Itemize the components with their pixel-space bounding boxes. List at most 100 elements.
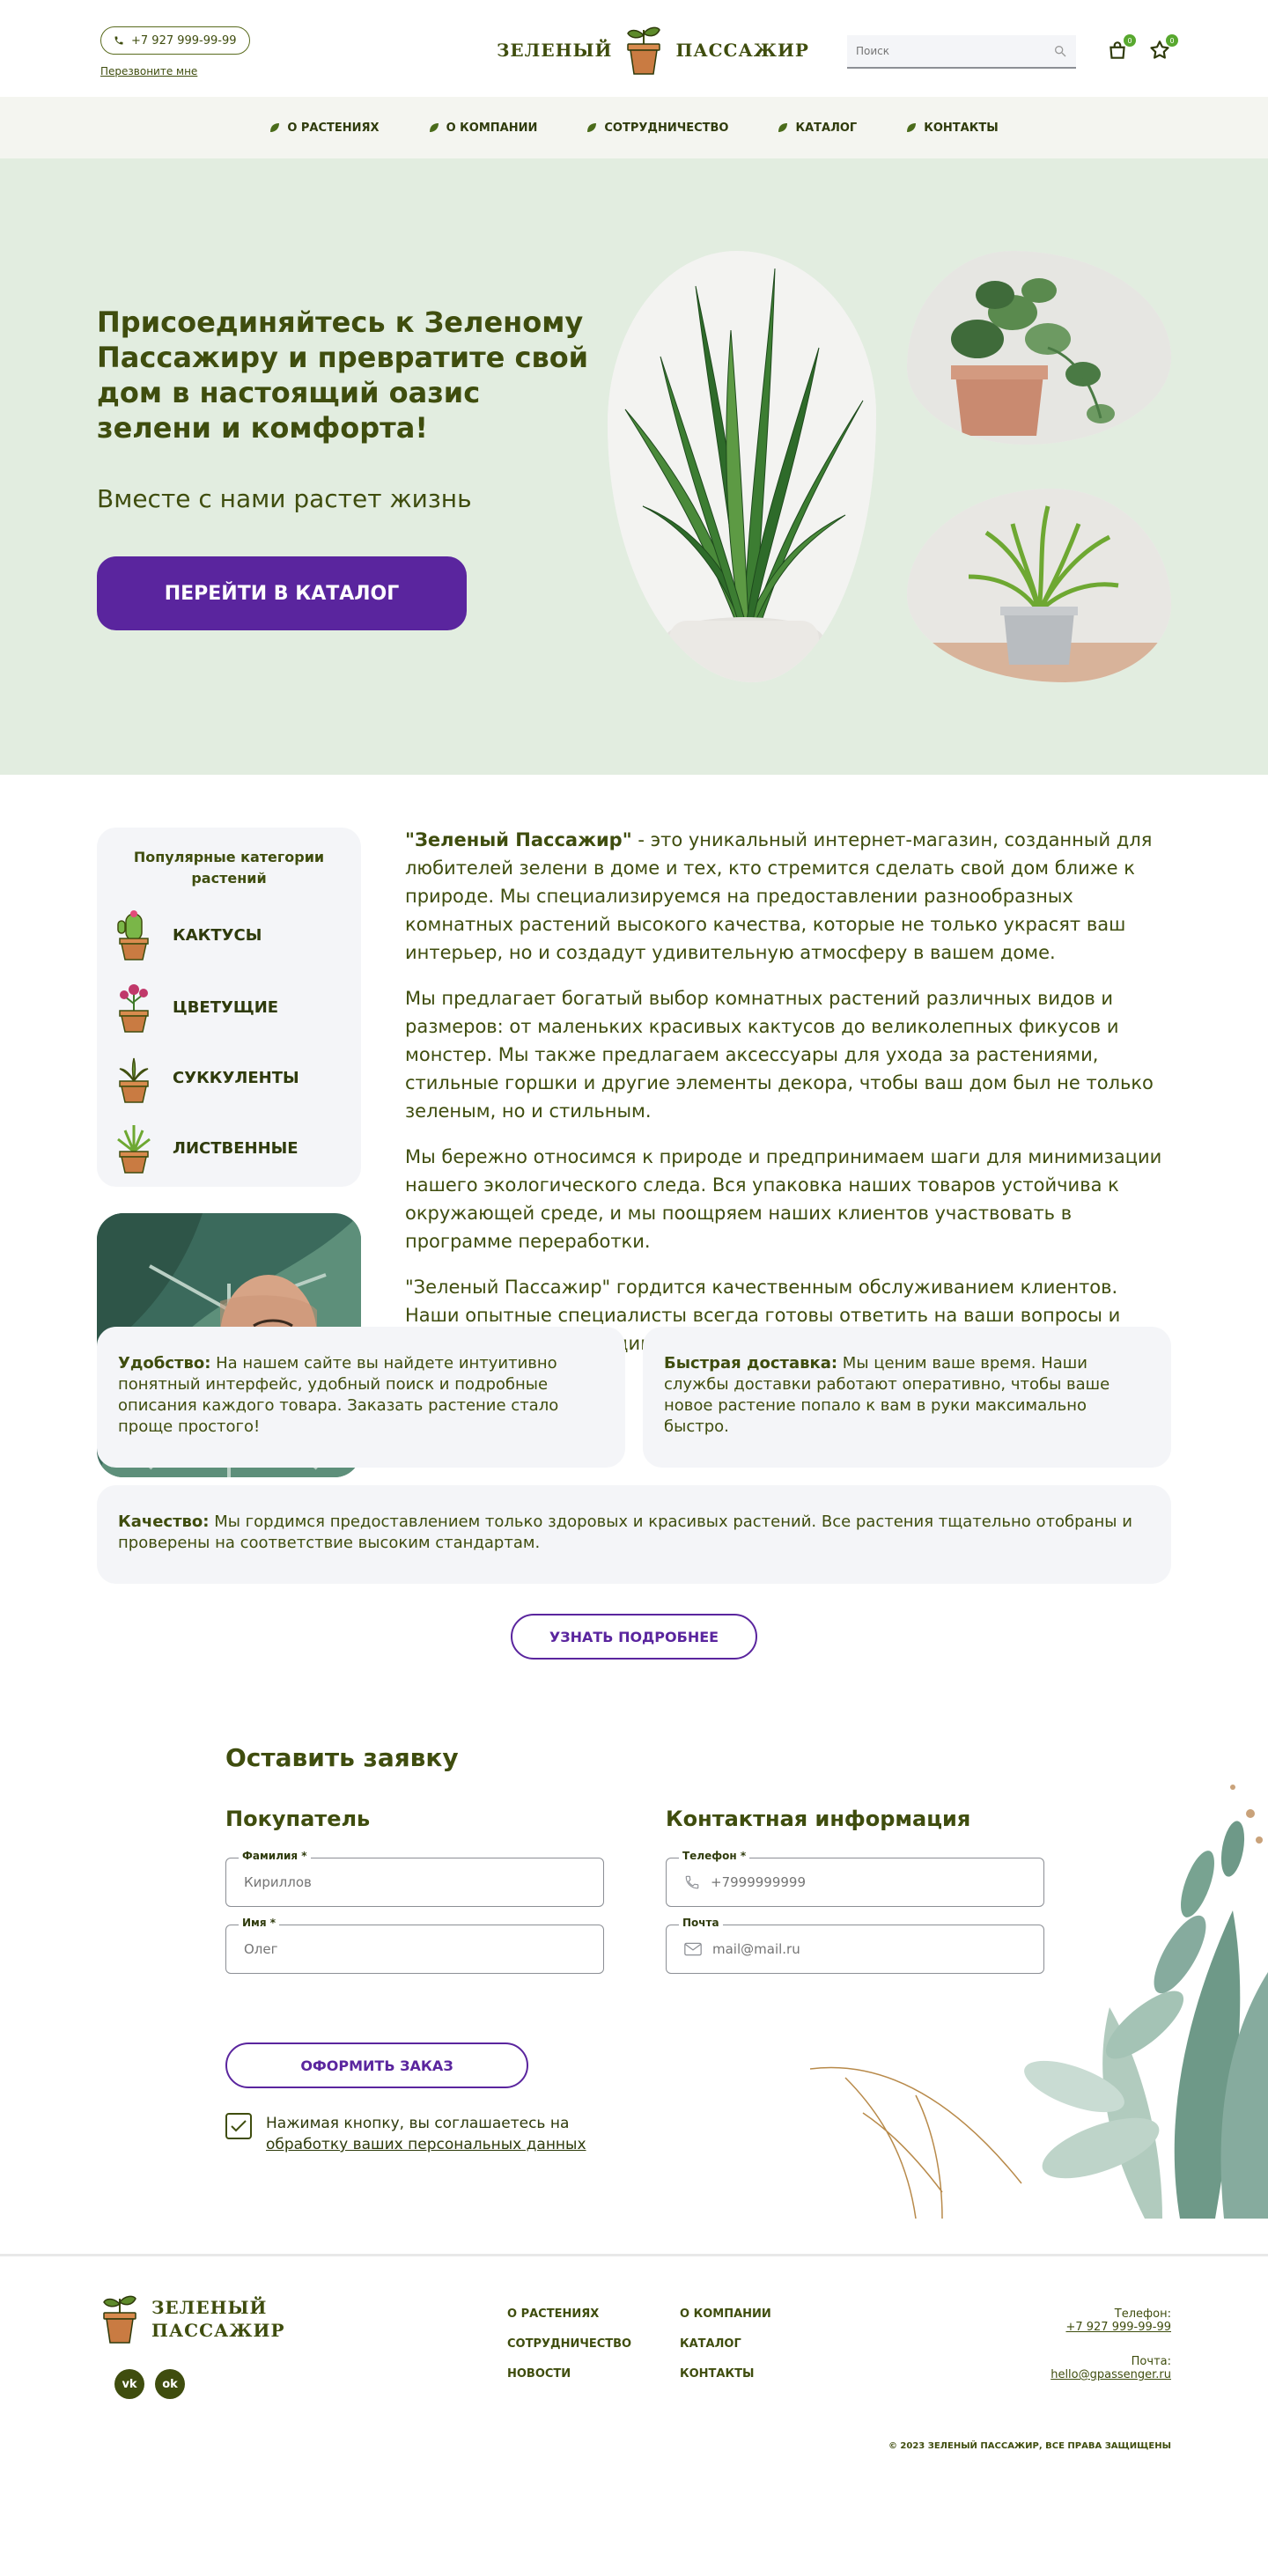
footer-logo-line2: ПАССАЖИР — [151, 2320, 285, 2341]
hero-title: Присоединяйтесь к Зеленому Пассажиру и п… — [97, 305, 589, 445]
leafy-plant-icon — [117, 1125, 151, 1174]
footer-link-cooperation[interactable]: СОТРУДНИЧЕСТВО — [507, 2337, 631, 2351]
cactus-icon — [117, 910, 149, 960]
form-title: Оставить заявку — [225, 1743, 459, 1772]
feature-convenience: Удобство: На нашем сайте вы найдете инту… — [97, 1327, 625, 1468]
copyright: © 2023 ЗЕЛЕНЫЙ ПАССАЖИР, ВСЕ ПРАВА ЗАЩИЩ… — [888, 2441, 1171, 2451]
feature-text: Мы гордимся предоставлением только здоро… — [118, 1512, 1132, 1552]
phone-input[interactable] — [711, 1874, 1010, 1890]
footer-logo-text: ЗЕЛЕНЫЙ ПАССАЖИР — [151, 2296, 284, 2342]
cart-button[interactable]: 0 — [1106, 34, 1136, 63]
pothos-plant-image — [907, 251, 1171, 445]
categories-title: Популярные категории растений — [133, 849, 325, 887]
footer-link-catalog[interactable]: КАТАЛОГ — [680, 2337, 741, 2351]
search-icon[interactable] — [1053, 44, 1067, 58]
search-input[interactable] — [856, 45, 1032, 57]
category-label: ЛИСТВЕННЫЕ — [173, 1138, 299, 1158]
phone-label: Телефон * — [679, 1850, 750, 1862]
nav-item-plants[interactable]: О РАСТЕНИЯХ — [269, 121, 380, 135]
footer-link-plants[interactable]: О РАСТЕНИЯХ — [507, 2307, 599, 2321]
category-label: СУККУЛЕНТЫ — [173, 1068, 299, 1087]
category-succulents[interactable]: СУККУЛЕНТЫ — [113, 1051, 299, 1104]
footer-phone-link[interactable]: +7 927 999-99-99 — [1065, 2321, 1171, 2334]
place-order-button[interactable]: ОФОРМИТЬ ЗАКАЗ — [225, 2042, 528, 2088]
about-brand: "Зеленый Пассажир" — [405, 829, 632, 850]
phone-icon — [114, 36, 123, 45]
feature-title: Удобство: — [118, 1354, 211, 1373]
nav-item-company[interactable]: О КОМПАНИИ — [429, 121, 538, 135]
favorites-button[interactable]: 0 — [1148, 34, 1178, 63]
buyer-title: Покупатель — [225, 1807, 371, 1831]
learn-more-button[interactable]: УЗНАТЬ ПОДРОБНЕЕ — [511, 1614, 757, 1660]
category-label: КАКТУСЫ — [173, 925, 262, 945]
leaf-icon — [907, 123, 917, 132]
consent-label: Нажимая кнопку, вы соглашаетесь на — [266, 2115, 570, 2132]
name-input[interactable] — [244, 1941, 543, 1957]
surname-label: Фамилия * — [239, 1850, 311, 1862]
nav-label: СОТРУДНИЧЕСТВО — [604, 121, 729, 135]
surname-input[interactable] — [244, 1874, 543, 1890]
category-cactus[interactable]: КАКТУСЫ — [113, 909, 262, 961]
catalog-cta-button[interactable]: ПЕРЕЙТИ В КАТАЛОГ — [97, 556, 467, 630]
features-area: Удобство: На нашем сайте вы найдете инту… — [0, 1327, 1268, 1743]
footer-link-news[interactable]: НОВОСТИ — [507, 2367, 571, 2381]
leaf-icon — [429, 123, 439, 132]
nav-item-contacts[interactable]: КОНТАКТЫ — [906, 121, 999, 135]
footer-email-link[interactable]: hello@gpassenger.ru — [1051, 2368, 1171, 2381]
vk-icon[interactable]: vk — [114, 2369, 144, 2399]
hero-section: Присоединяйтесь к Зеленому Пассажиру и п… — [0, 158, 1268, 775]
feature-quality: Качество: Мы гордимся предоставлением то… — [97, 1485, 1171, 1584]
search-box — [847, 35, 1076, 69]
plant-pot-logo-icon — [627, 26, 661, 75]
leaf-icon — [587, 123, 597, 132]
footer-phone-label: Телефон: — [1114, 2307, 1171, 2321]
nav-label: КОНТАКТЫ — [924, 121, 999, 135]
cart-count-badge: 0 — [1124, 34, 1136, 47]
privacy-policy-link[interactable]: обработку ваших персональных данных — [266, 2136, 586, 2153]
category-flowering[interactable]: ЦВЕТУЩИЕ — [113, 981, 278, 1034]
nav-label: О РАСТЕНИЯХ — [287, 121, 380, 135]
footer-link-company[interactable]: О КОМПАНИИ — [680, 2307, 771, 2321]
footer-email-label: Почта: — [1131, 2355, 1171, 2368]
nav-item-cooperation[interactable]: СОТРУДНИЧЕСТВО — [586, 121, 728, 135]
about-paragraph-2: Мы предлагает богатый выбор комнатных ра… — [405, 988, 1154, 1122]
contact-info-title: Контактная информация — [666, 1807, 971, 1831]
order-form-section: Оставить заявку Покупатель Контактная ин… — [0, 1743, 1268, 2254]
category-label: ЦВЕТУЩИЕ — [173, 997, 279, 1017]
phone-pill[interactable]: +7 927 999-99-99 — [100, 26, 250, 55]
footer-phone-block: Телефон: +7 927 999-99-99 — [1065, 2307, 1171, 2334]
nav-item-catalog[interactable]: КАТАЛОГ — [778, 121, 857, 135]
logo-text-right: ПАССАЖИР — [675, 40, 809, 61]
name-label: Имя * — [239, 1917, 280, 1929]
site-logo[interactable]: ЗЕЛЕНЫЙ ПАССАЖИР — [497, 25, 809, 76]
succulent-icon — [119, 1057, 149, 1103]
nav-label: О КОМПАНИИ — [446, 121, 538, 135]
footer-logo-line1: ЗЕЛЕНЫЙ — [151, 2297, 268, 2318]
mail-icon — [684, 1942, 702, 1956]
flower-icon — [119, 984, 149, 1033]
feature-delivery: Быстрая доставка: Мы ценим ваше время. Н… — [643, 1327, 1171, 1468]
consent-checkbox[interactable] — [225, 2113, 252, 2139]
email-field: Почта — [666, 1917, 1044, 1974]
phone-icon — [685, 1875, 699, 1889]
name-field: Имя * — [225, 1917, 604, 1974]
about-paragraph-1: "Зеленый Пассажир" - это уникальный инте… — [405, 826, 1171, 967]
footer-logo[interactable]: ЗЕЛЕНЫЙ ПАССАЖИР — [100, 2293, 284, 2344]
popular-categories-panel: Популярные категории растений КАКТУСЫ ЦВ… — [97, 828, 361, 1187]
footer-link-contacts[interactable]: КОНТАКТЫ — [680, 2367, 754, 2381]
hero-subtitle: Вместе с нами растет жизнь — [97, 484, 472, 513]
about-paragraph-3: Мы бережно относимся к природе и предпри… — [405, 1146, 1162, 1252]
category-leafy[interactable]: ЛИСТВЕННЫЕ — [113, 1122, 299, 1174]
email-input[interactable] — [712, 1941, 1012, 1957]
logo-text-left: ЗЕЛЕНЫЙ — [497, 40, 613, 61]
leaf-icon — [778, 123, 788, 132]
feature-title: Качество: — [118, 1512, 210, 1531]
odnoklassniki-icon[interactable]: ok — [155, 2369, 185, 2399]
surname-field: Фамилия * — [225, 1850, 604, 1907]
phone-field: Телефон * — [666, 1850, 1044, 1907]
footer-email-block: Почта: hello@gpassenger.ru — [1051, 2355, 1171, 2381]
main-nav: О РАСТЕНИЯХ О КОМПАНИИ СОТРУДНИЧЕСТВО КА… — [0, 97, 1268, 158]
callback-link[interactable]: Перезвоните мне — [100, 65, 197, 77]
favorites-count-badge: 0 — [1166, 34, 1178, 47]
consent-row: Нажимая кнопку, вы соглашаетесь на обраб… — [225, 2113, 636, 2155]
